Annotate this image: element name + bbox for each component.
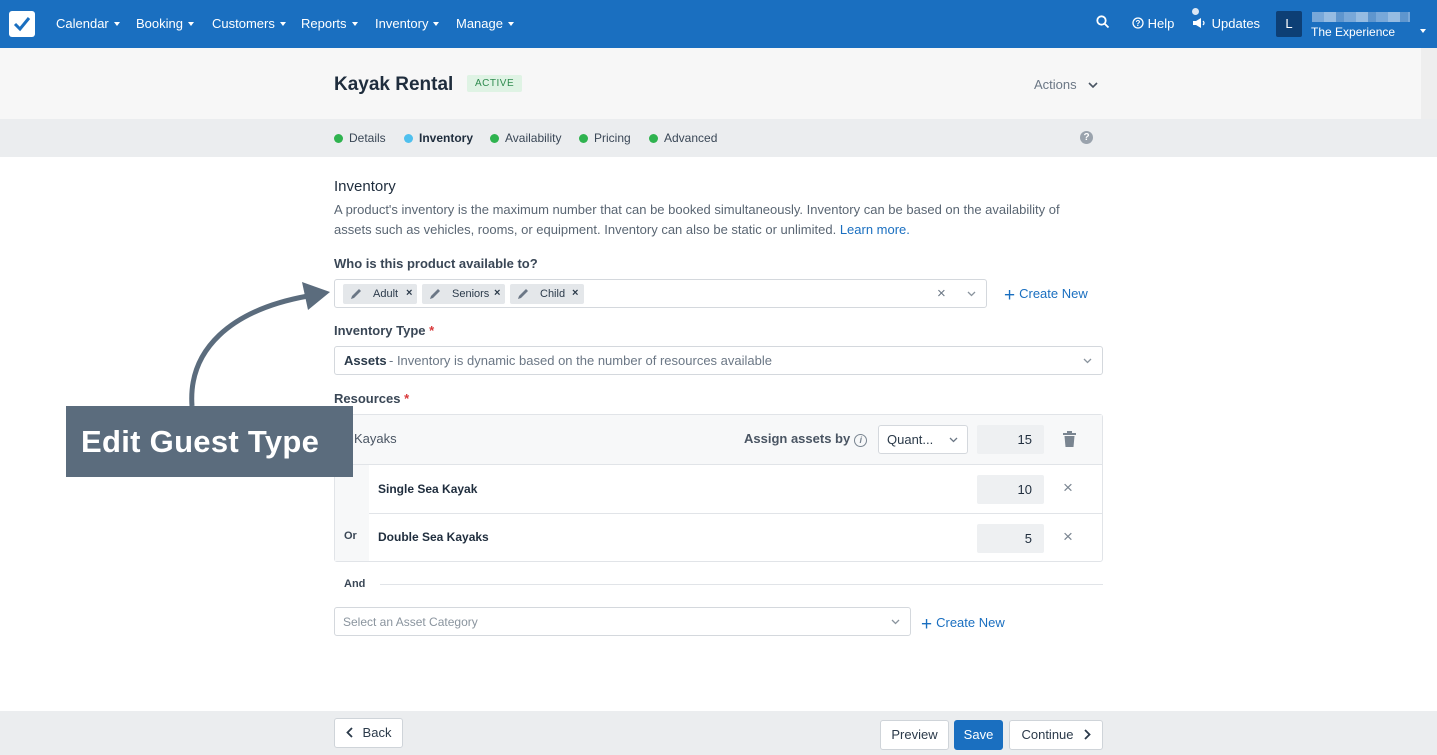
- chevron-left-icon: [345, 727, 353, 738]
- chevron-down-icon: [1083, 358, 1092, 364]
- remove-tag-icon[interactable]: ×: [494, 287, 500, 299]
- nav-manage[interactable]: Manage: [456, 16, 514, 31]
- app-logo-icon[interactable]: [9, 11, 35, 37]
- step-status-dot: [579, 134, 588, 143]
- notification-dot: [1192, 8, 1199, 15]
- page-header: [0, 48, 1437, 119]
- chevron-down-icon[interactable]: [967, 291, 976, 297]
- learn-more-link[interactable]: Learn more.: [840, 222, 910, 237]
- caret-down-icon: [187, 22, 194, 26]
- section-title: Inventory: [334, 178, 396, 195]
- plus-icon: +: [1004, 285, 1016, 306]
- help-question-icon[interactable]: ?: [1080, 131, 1093, 144]
- step-status-dot: [404, 134, 413, 143]
- section-description: A product's inventory is the maximum num…: [334, 202, 1060, 237]
- remove-resource-icon[interactable]: ×: [1063, 478, 1073, 498]
- caret-down-icon: [113, 22, 120, 26]
- resource-quantity-input[interactable]: 5: [977, 524, 1044, 553]
- save-button[interactable]: Save: [954, 720, 1003, 750]
- pencil-icon[interactable]: [349, 287, 363, 301]
- back-button[interactable]: Back: [334, 718, 403, 748]
- assign-by-select[interactable]: Quant...: [878, 425, 968, 454]
- svg-text:?: ?: [1136, 19, 1141, 28]
- guest-type-tag-adult[interactable]: Adult ×: [343, 284, 417, 304]
- annotation-callout: Edit Guest Type: [66, 406, 353, 477]
- step-availability[interactable]: Availability: [490, 131, 561, 145]
- clear-selection-icon[interactable]: ×: [937, 285, 946, 302]
- chevron-right-icon: [1083, 729, 1091, 740]
- updates-link[interactable]: Updates: [1192, 16, 1260, 31]
- or-column: [335, 465, 369, 561]
- page-title: Kayak Rental: [334, 74, 454, 95]
- row-divider: [369, 513, 1102, 514]
- and-divider: [380, 584, 1103, 585]
- create-new-guest-type-button[interactable]: + Create New: [1004, 285, 1088, 307]
- step-advanced[interactable]: Advanced: [649, 131, 717, 145]
- and-label: And: [344, 578, 366, 590]
- assign-by-label: Assign assets by i: [744, 431, 868, 447]
- nav-reports[interactable]: Reports: [301, 16, 358, 31]
- steps-bar: [0, 119, 1437, 157]
- nav-customers[interactable]: Customers: [212, 16, 286, 31]
- row-prefix: Or: [344, 530, 357, 542]
- actions-dropdown[interactable]: Actions: [1034, 77, 1098, 92]
- help-circle-icon: ?: [1132, 17, 1144, 29]
- step-status-dot: [649, 134, 658, 143]
- search-icon[interactable]: [1096, 15, 1110, 32]
- chevron-down-icon: [1088, 82, 1098, 89]
- step-inventory[interactable]: Inventory: [404, 131, 473, 145]
- footer-bar: [0, 711, 1437, 755]
- remove-resource-icon[interactable]: ×: [1063, 527, 1073, 547]
- help-link[interactable]: ? Help: [1132, 16, 1174, 31]
- chevron-down-icon: [949, 437, 958, 443]
- nav-booking[interactable]: Booking: [136, 16, 194, 31]
- avatar[interactable]: L: [1276, 11, 1302, 37]
- resource-name: Single Sea Kayak: [378, 482, 478, 496]
- account-caret-icon[interactable]: [1420, 22, 1426, 40]
- account-name[interactable]: The Experience: [1311, 25, 1395, 39]
- resource-group-name: Kayaks: [354, 431, 397, 446]
- guest-type-select[interactable]: Adult × Seniors × Child ×: [334, 279, 987, 308]
- caret-down-icon: [279, 22, 286, 26]
- step-status-dot: [334, 134, 343, 143]
- inventory-type-select[interactable]: Assets - Inventory is dynamic based on t…: [334, 346, 1103, 375]
- info-icon[interactable]: i: [854, 434, 868, 447]
- remove-tag-icon[interactable]: ×: [406, 287, 412, 299]
- annotation-arrow-icon: [189, 282, 330, 407]
- create-new-asset-category-button[interactable]: + Create New: [921, 614, 1005, 636]
- pencil-icon[interactable]: [516, 287, 530, 301]
- resource-name: Double Sea Kayaks: [378, 530, 489, 544]
- pencil-icon[interactable]: [428, 287, 442, 301]
- top-nav: Calendar Booking Customers Reports Inven…: [0, 0, 1437, 48]
- nav-inventory[interactable]: Inventory: [375, 16, 440, 31]
- available-to-label: Who is this product available to?: [334, 256, 538, 271]
- step-status-dot: [490, 134, 499, 143]
- continue-button[interactable]: Continue: [1009, 720, 1103, 750]
- remove-tag-icon[interactable]: ×: [572, 287, 578, 299]
- caret-down-icon: [507, 22, 514, 26]
- megaphone-icon: [1193, 18, 1205, 28]
- resource-quantity-input[interactable]: 10: [977, 475, 1044, 504]
- status-badge: ACTIVE: [467, 75, 523, 92]
- trash-icon[interactable]: [1062, 431, 1077, 448]
- plus-icon: +: [921, 614, 933, 635]
- caret-down-icon: [433, 22, 440, 26]
- guest-type-tag-child[interactable]: Child ×: [510, 284, 584, 304]
- nav-calendar[interactable]: Calendar: [56, 16, 120, 31]
- step-pricing[interactable]: Pricing: [579, 131, 631, 145]
- group-quantity-input[interactable]: 15: [977, 425, 1044, 454]
- guest-type-tag-seniors[interactable]: Seniors ×: [422, 284, 505, 304]
- chevron-down-icon: [891, 619, 900, 625]
- account-email-redacted: [1312, 12, 1410, 22]
- caret-down-icon: [351, 22, 358, 26]
- step-details[interactable]: Details: [334, 131, 386, 145]
- asset-category-select[interactable]: Select an Asset Category: [334, 607, 911, 636]
- preview-button[interactable]: Preview: [880, 720, 949, 750]
